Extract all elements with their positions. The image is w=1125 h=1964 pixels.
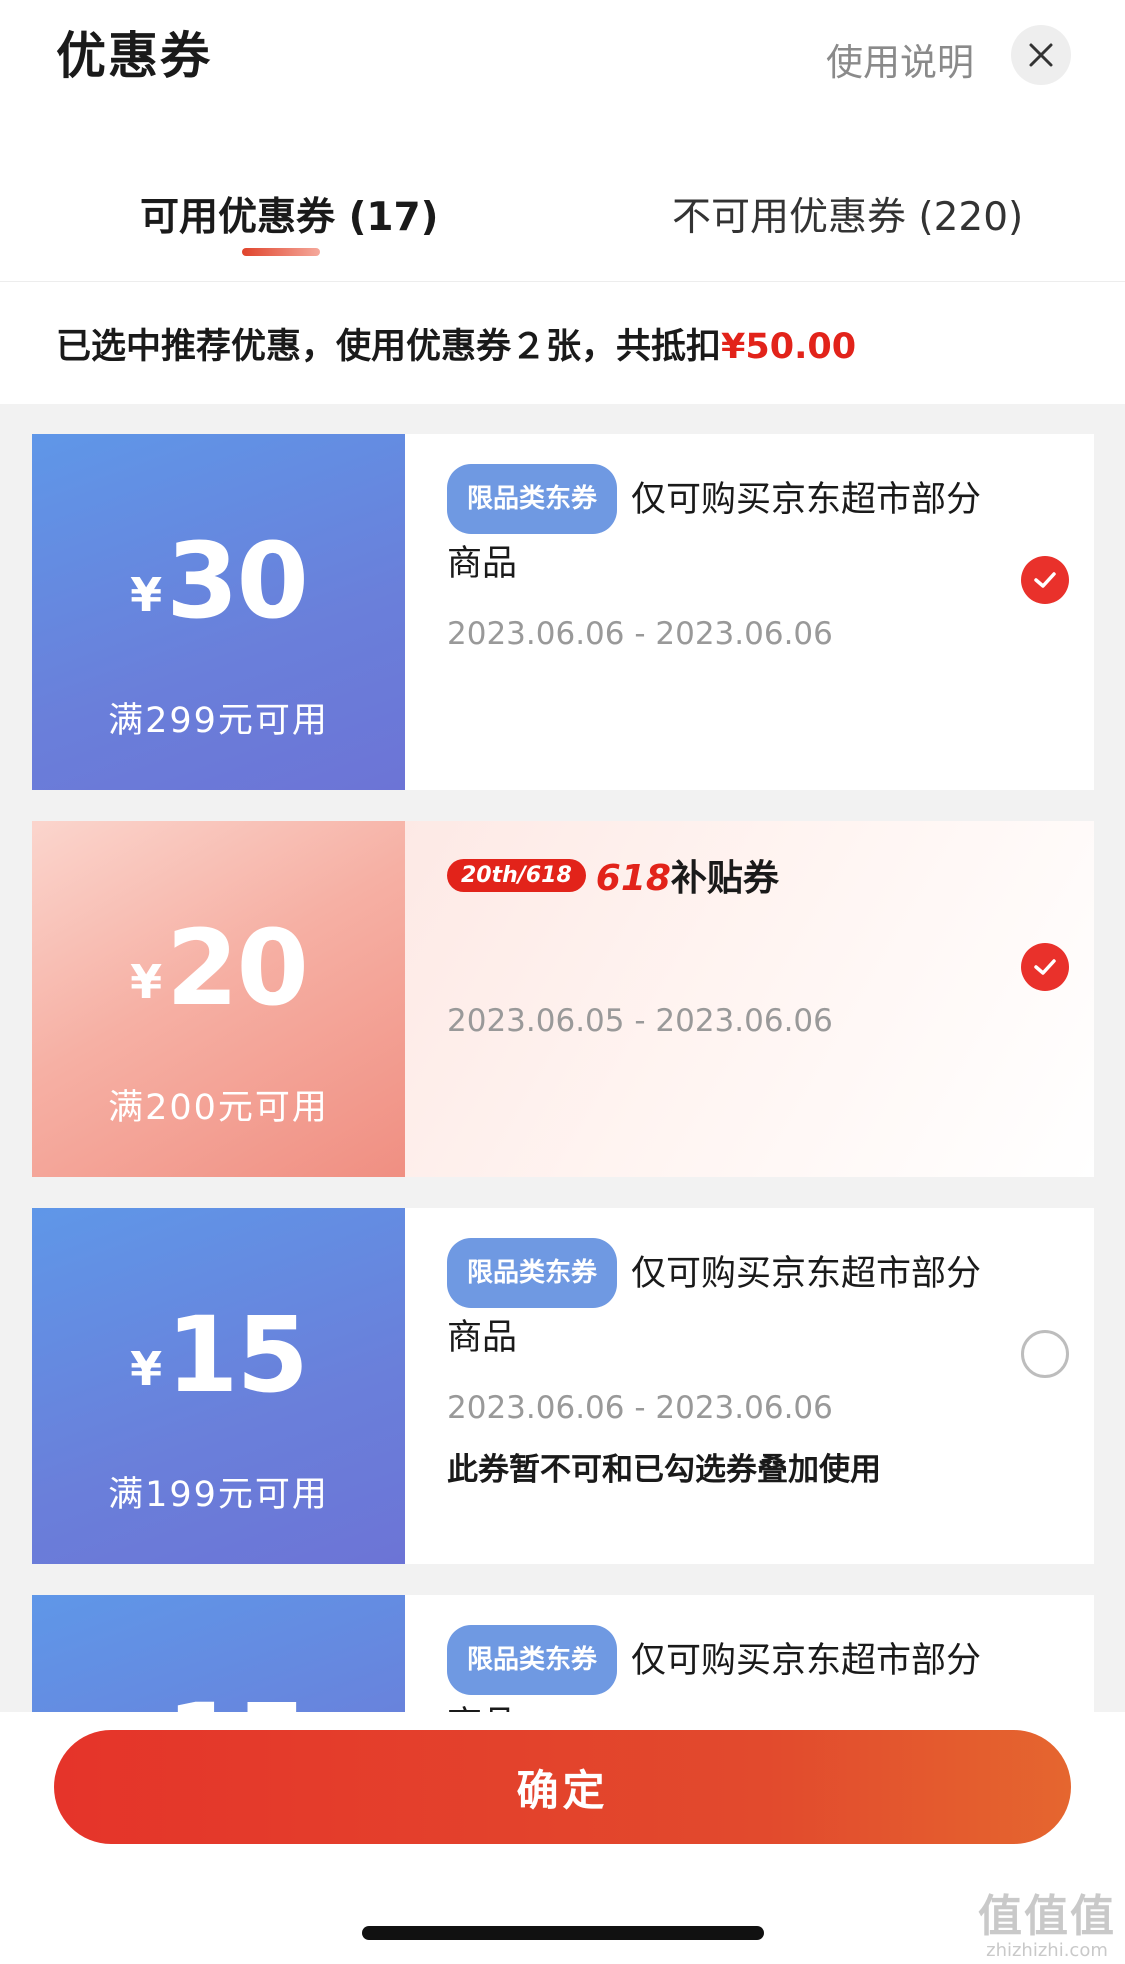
coupon-amount: ¥30 — [32, 520, 405, 642]
coupon-description: 限品类东券仅可购买京东超市部分商品 — [447, 1238, 1007, 1368]
summary-text: 已选中推荐优惠，使用优惠券２张，共抵扣¥50.00 — [56, 318, 856, 369]
coupon-date-range: 2023.06.06 - 2023.06.06 — [447, 616, 833, 652]
confirm-button[interactable]: 确定 — [54, 1730, 1071, 1844]
watermark: 值值值 zhizhizhi.com — [972, 1880, 1122, 1961]
tab-available-coupons[interactable]: 可用优惠券 (17) — [140, 186, 439, 242]
page-title: 优惠券 — [56, 27, 212, 85]
coupon-checkbox[interactable] — [1021, 943, 1069, 991]
summary-amount: ¥50.00 — [721, 327, 857, 367]
coupon-card[interactable]: ¥30 满299元可用 限品类东券 仅可购买京东超市部分商品 2023.06.06… — [32, 434, 1094, 790]
coupon-value-panel: ¥20 满200元可用 — [32, 821, 405, 1177]
watermark-url: zhizhizhi.com — [986, 1940, 1108, 1961]
home-indicator — [362, 1926, 764, 1940]
coupon-card[interactable]: ¥20 满200元可用 20th/618 618补贴券 2023.06.05 -… — [32, 821, 1094, 1177]
coupon-stacking-note: 此券暂不可和已勾选券叠加使用 — [447, 1452, 881, 1488]
close-icon — [1029, 43, 1053, 67]
subsidy-coupon-badge: 20th/618 618补贴券 — [447, 849, 779, 901]
anniversary-logo: 20th/618 — [447, 858, 586, 892]
coupon-amount: ¥15 — [32, 1294, 405, 1416]
coupon-amount-value: 20 — [166, 907, 309, 1029]
currency-symbol: ¥ — [130, 1342, 163, 1396]
coupon-tag: 限品类东券 — [447, 1625, 618, 1695]
tab-unavailable-coupons[interactable]: 不可用优惠券 (220) — [672, 186, 1023, 242]
currency-symbol: ¥ — [130, 568, 163, 622]
coupon-amount: ¥20 — [32, 907, 405, 1029]
coupon-checkbox[interactable] — [1021, 556, 1069, 604]
subsidy-coupon-title: 618补贴券 — [596, 849, 779, 901]
coupon-tag: 限品类东券 — [447, 464, 618, 534]
watermark-logo: 值值值 — [978, 1891, 1116, 1942]
active-tab-indicator — [242, 248, 320, 256]
coupon-details: 限品类东券 仅可购买京东超市部分商品 2023.06.06 - 2023.06.0… — [405, 434, 1094, 790]
coupon-amount-value: 30 — [166, 520, 309, 642]
checkmark-icon — [1034, 572, 1056, 588]
close-button[interactable] — [1011, 25, 1071, 85]
selection-summary: 已选中推荐优惠，使用优惠券２张，共抵扣¥50.00 — [0, 282, 1125, 404]
coupon-threshold: 满299元可用 — [108, 701, 329, 741]
coupon-date-range: 2023.06.05 - 2023.06.06 — [447, 1003, 833, 1039]
coupon-value-panel: ¥30 满299元可用 — [32, 434, 405, 790]
header: 优惠券 使用说明 可用优惠券 (17) 不可用优惠券 (220) — [0, 0, 1125, 282]
coupon-details: 20th/618 618补贴券 2023.06.05 - 2023.06.06 — [405, 821, 1094, 1177]
subsidy-coupon-title-number: 618 — [595, 858, 671, 899]
coupon-threshold: 满200元可用 — [108, 1088, 329, 1128]
coupon-value-panel: ¥15 满199元可用 — [32, 1208, 405, 1564]
usage-instructions-link[interactable]: 使用说明 — [826, 32, 974, 86]
bottom-bar: 确定 — [0, 1712, 1125, 1964]
coupon-date-range: 2023.06.06 - 2023.06.06 — [447, 1390, 833, 1426]
coupon-amount-value: 15 — [166, 1294, 309, 1416]
coupon-card[interactable]: ¥15 满199元可用 限品类东券 仅可购买京东超市部分商品 2023.06.06… — [32, 1208, 1094, 1564]
coupon-tag: 限品类东券 — [447, 1238, 618, 1308]
coupon-details: 限品类东券 仅可购买京东超市部分商品 2023.06.06 - 2023.06.0… — [405, 1208, 1094, 1564]
checkmark-icon — [1034, 959, 1056, 975]
subsidy-coupon-title-text: 补贴券 — [670, 858, 779, 899]
currency-symbol: ¥ — [130, 955, 163, 1009]
coupon-description: 限品类东券仅可购买京东超市部分商品 — [447, 464, 1007, 594]
summary-label: 已选中推荐优惠，使用优惠券２张，共抵扣 — [56, 327, 722, 367]
coupon-checkbox[interactable] — [1021, 1330, 1069, 1378]
coupon-threshold: 满199元可用 — [108, 1475, 329, 1515]
